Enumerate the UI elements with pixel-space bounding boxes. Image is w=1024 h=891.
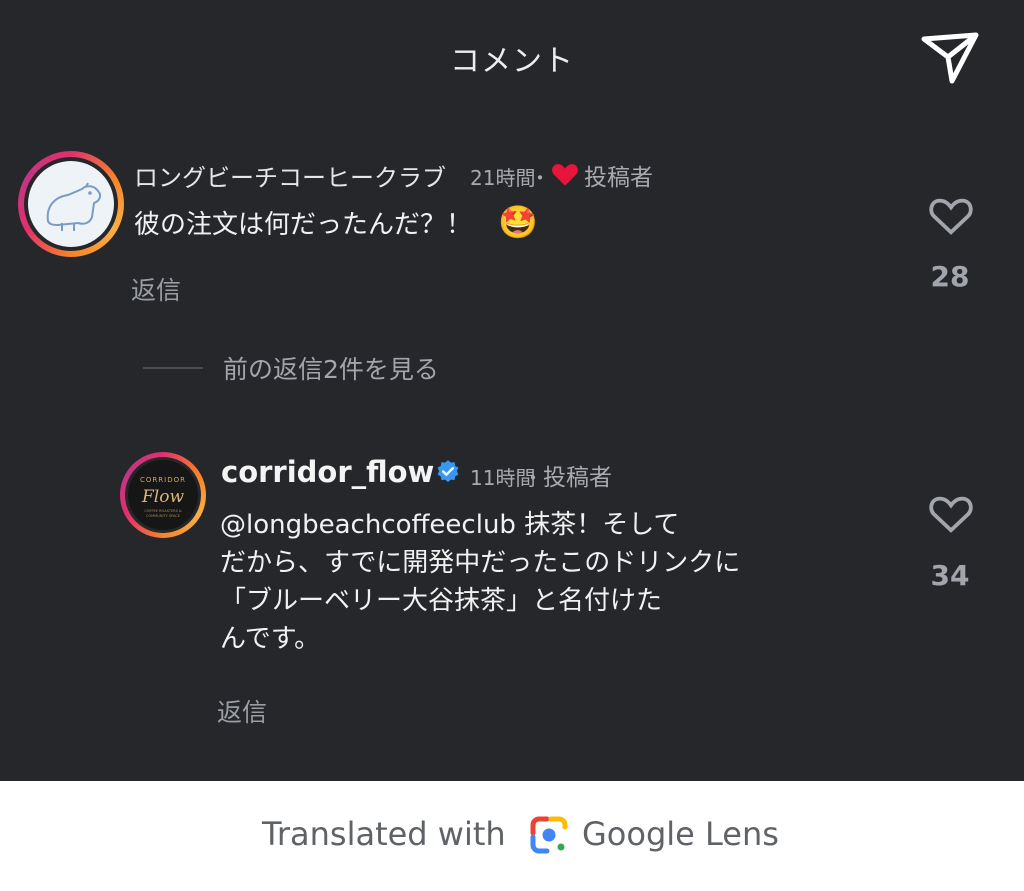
svg-text:COMMUNITY SPACE: COMMUNITY SPACE — [146, 514, 180, 518]
comment-text-line: んです。 — [220, 624, 321, 654]
liked-by-creator-heart-icon — [552, 164, 578, 186]
comment-text-line: @longbeachcoffeeclub 抹茶！そして — [220, 510, 680, 540]
comment-text-line: 「ブルーベリー大谷抹茶」と名付けた — [220, 586, 663, 616]
comment-username[interactable]: corridor_flow — [221, 455, 434, 489]
thread-divider — [143, 367, 203, 369]
like-heart-icon[interactable] — [928, 491, 974, 535]
google-lens-icon — [530, 816, 568, 854]
verified-badge-icon — [437, 460, 459, 483]
avatar[interactable] — [18, 151, 124, 257]
like-heart-icon[interactable] — [928, 193, 974, 237]
comment-text-line: だから、すでに開発中だったこのドリンクに — [220, 548, 741, 578]
comment-username[interactable]: ロングビーチコーヒークラブ — [134, 158, 446, 193]
star-struck-emoji: 🤩 — [498, 203, 539, 241]
like-count: 28 — [930, 260, 970, 293]
translation-footer — [0, 781, 1024, 891]
comment-text: @longbeachcoffeeclub 抹茶！そして だから、すでに開発中だっ… — [220, 506, 840, 658]
reply-button[interactable]: 返信 — [217, 693, 267, 729]
send-icon[interactable] — [918, 27, 982, 87]
comment-text: 彼の注文は何だったんだ？！ 🤩 — [134, 203, 538, 244]
comments-header: コメント — [0, 0, 1024, 115]
avatar[interactable]: CORRIDOR Flow COFFEE ROASTERS & COMMUNIT… — [120, 452, 206, 538]
separator-dot: ・ — [523, 466, 543, 490]
comment-time: 21時間 — [470, 166, 536, 190]
comment-text-body: 彼の注文は何だったんだ？！ — [134, 210, 473, 240]
svg-text:CORRIDOR: CORRIDOR — [140, 476, 186, 484]
view-previous-replies-button[interactable]: 前の返信2件を見る — [223, 350, 439, 386]
reply-button[interactable]: 返信 — [131, 271, 181, 307]
google-lens-label: Google Lens — [582, 815, 779, 853]
svg-text:Flow: Flow — [141, 487, 184, 507]
page-title: コメント — [450, 44, 574, 79]
creator-label: 投稿者 — [584, 165, 653, 191]
creator-label: 投稿者 — [543, 465, 612, 491]
corridor-flow-logo-icon: CORRIDOR Flow COFFEE ROASTERS & COMMUNIT… — [140, 476, 186, 518]
svg-text:COFFEE ROASTERS &: COFFEE ROASTERS & — [144, 509, 182, 513]
translated-with-label: Translated with — [262, 815, 506, 853]
capybara-logo-icon — [46, 182, 102, 231]
separator-dot: ・ — [530, 166, 550, 190]
like-count: 34 — [930, 559, 970, 592]
